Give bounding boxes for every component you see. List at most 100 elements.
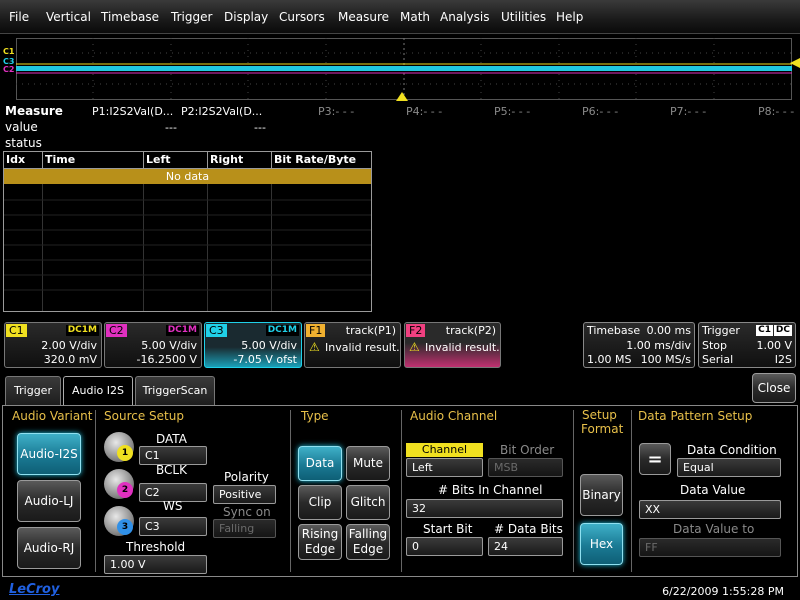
menu-file[interactable]: File xyxy=(9,10,29,24)
measure-p4-label[interactable]: P4:- - - xyxy=(406,105,442,118)
tab-audio-i2s[interactable]: Audio I2S xyxy=(63,376,133,407)
audio-lj-button[interactable]: Audio-LJ xyxy=(17,480,81,522)
f2-descriptor[interactable]: F2 track(P2) ⚠ Invalid result. xyxy=(404,322,501,368)
measure-p8-label[interactable]: P8:- - - xyxy=(758,105,794,118)
measure-p3-label[interactable]: P3:- - - xyxy=(318,105,354,118)
type-title: Type xyxy=(301,409,329,423)
format-binary-button[interactable]: Binary xyxy=(580,474,623,516)
channel-field[interactable]: Left xyxy=(406,458,483,477)
c2-marker: C2 xyxy=(3,65,15,74)
menu-cursors[interactable]: Cursors xyxy=(279,10,325,24)
format-hex-button[interactable]: Hex xyxy=(580,523,623,565)
menu-measure[interactable]: Measure xyxy=(338,10,389,24)
trigger-level-marker[interactable] xyxy=(790,58,800,68)
measure-p7-label[interactable]: P7:- - - xyxy=(670,105,706,118)
type-glitch-button[interactable]: Glitch xyxy=(346,485,390,520)
trigger-source: C1 xyxy=(756,325,773,336)
col-bitrate[interactable]: Bit Rate/Byte xyxy=(272,152,356,168)
decode-table[interactable]: Idx Time Left Right Bit Rate/Byte No dat… xyxy=(3,151,372,312)
polarity-label: Polarity xyxy=(224,470,269,484)
data-source-knob[interactable]: 1 xyxy=(104,432,134,462)
menu-vertical[interactable]: Vertical xyxy=(46,10,91,24)
sync-on-label: Sync on xyxy=(223,505,271,519)
data-knob-badge: 1 xyxy=(117,445,133,461)
type-rising-edge-button[interactable]: Rising Edge xyxy=(298,524,342,560)
c2-tag: C2 xyxy=(106,324,127,337)
f1-function: track(P1) xyxy=(345,324,396,337)
c3-vdiv: 5.00 V/div xyxy=(241,339,297,352)
timebase-tdiv: 1.00 ms/div xyxy=(626,339,691,352)
audio-i2s-panel: Audio Variant Audio-I2S Audio-LJ Audio-R… xyxy=(2,405,798,577)
type-mute-button[interactable]: Mute xyxy=(346,446,390,481)
c2-offset: -16.2500 V xyxy=(136,353,197,366)
menu-timebase[interactable]: Timebase xyxy=(101,10,159,24)
menu-analysis[interactable]: Analysis xyxy=(440,10,489,24)
data-label: DATA xyxy=(156,432,187,446)
c1-vdiv: 2.00 V/div xyxy=(41,339,97,352)
bits-in-channel-field[interactable]: 32 xyxy=(406,499,563,518)
menu-utilities[interactable]: Utilities xyxy=(501,10,546,24)
audio-rj-button[interactable]: Audio-RJ xyxy=(17,527,81,569)
measure-p5-label[interactable]: P5:- - - xyxy=(494,105,530,118)
col-right[interactable]: Right xyxy=(208,152,243,168)
menu-bar: File Vertical Timebase Trigger Display C… xyxy=(0,0,800,34)
close-button[interactable]: Close xyxy=(752,373,796,403)
c1-descriptor[interactable]: C1 DC1M 2.00 V/div 320.0 mV xyxy=(4,322,102,368)
data-bits-field[interactable]: 24 xyxy=(488,537,563,556)
trigger-descriptor[interactable]: Trigger C1 DC Stop 1.00 V Serial I2S xyxy=(698,322,796,368)
data-condition-label: Data Condition xyxy=(687,443,777,457)
measure-p1-label[interactable]: P1:I2S2Val(D... xyxy=(92,105,173,118)
polarity-field[interactable]: Positive xyxy=(213,485,276,504)
audio-channel-title: Audio Channel xyxy=(410,409,498,423)
menu-math[interactable]: Math xyxy=(400,10,430,24)
menu-display[interactable]: Display xyxy=(224,10,268,24)
start-bit-label: Start Bit xyxy=(423,522,473,536)
trigger-position-marker[interactable] xyxy=(396,92,408,101)
threshold-field[interactable]: 1.00 V xyxy=(104,555,207,574)
bits-in-channel-label: # Bits In Channel xyxy=(438,483,543,497)
timebase-label: Timebase xyxy=(587,324,641,337)
trigger-coupling: DC xyxy=(773,325,792,336)
measure-p2-value: --- xyxy=(254,121,266,134)
timebase-descriptor[interactable]: Timebase 0.00 ms 1.00 ms/div 1.00 MS 100… xyxy=(583,322,695,368)
measure-p2-label[interactable]: P2:I2S2Val(D... xyxy=(181,105,262,118)
bclk-source-knob[interactable]: 2 xyxy=(104,469,134,499)
f1-descriptor[interactable]: F1 track(P1) ⚠ Invalid result. xyxy=(304,322,401,368)
type-data-button[interactable]: Data xyxy=(298,446,342,481)
data-value-field[interactable]: XX xyxy=(639,500,781,519)
col-idx[interactable]: Idx xyxy=(4,152,25,168)
c1-coupling: DC1M xyxy=(65,325,99,336)
measure-p6-label[interactable]: P6:- - - xyxy=(582,105,618,118)
ws-source-field[interactable]: C3 xyxy=(139,517,207,536)
col-time[interactable]: Time xyxy=(43,152,75,168)
type-falling-edge-button[interactable]: Falling Edge xyxy=(346,524,390,560)
setup-format-title-1: Setup xyxy=(582,408,617,422)
c3-descriptor[interactable]: C3 DC1M 5.00 V/div -7.05 V ofst xyxy=(204,322,302,368)
col-left[interactable]: Left xyxy=(144,152,171,168)
data-value-label: Data Value xyxy=(680,483,746,497)
ws-source-knob[interactable]: 3 xyxy=(104,506,134,536)
tab-trigger[interactable]: Trigger xyxy=(5,376,61,406)
start-bit-field[interactable]: 0 xyxy=(406,537,483,556)
measure-title: Measure xyxy=(5,104,63,118)
f2-message: Invalid result. xyxy=(425,341,500,354)
setup-format-title-2: Format xyxy=(581,422,624,436)
equals-icon[interactable]: = xyxy=(639,443,671,475)
channel-label: Channel xyxy=(406,443,483,457)
trigger-level: 1.00 V xyxy=(756,339,792,352)
type-clip-button[interactable]: Clip xyxy=(298,485,342,520)
tab-triggerscan[interactable]: TriggerScan xyxy=(135,376,215,406)
menu-help[interactable]: Help xyxy=(556,10,583,24)
waveform-grid[interactable] xyxy=(16,38,792,100)
trigger-type: Serial xyxy=(702,353,734,366)
data-condition-field[interactable]: Equal xyxy=(677,458,781,477)
bclk-knob-badge: 2 xyxy=(117,482,133,498)
audio-i2s-button[interactable]: Audio-I2S xyxy=(17,433,81,475)
c2-descriptor[interactable]: C2 DC1M 5.00 V/div -16.2500 V xyxy=(104,322,202,368)
threshold-label: Threshold xyxy=(126,540,186,554)
trigger-mode: Stop xyxy=(702,339,728,352)
trigger-label: Trigger xyxy=(702,324,740,337)
menu-trigger[interactable]: Trigger xyxy=(171,10,212,24)
warning-icon: ⚠ xyxy=(309,340,320,354)
measure-value-label: value xyxy=(5,120,38,134)
